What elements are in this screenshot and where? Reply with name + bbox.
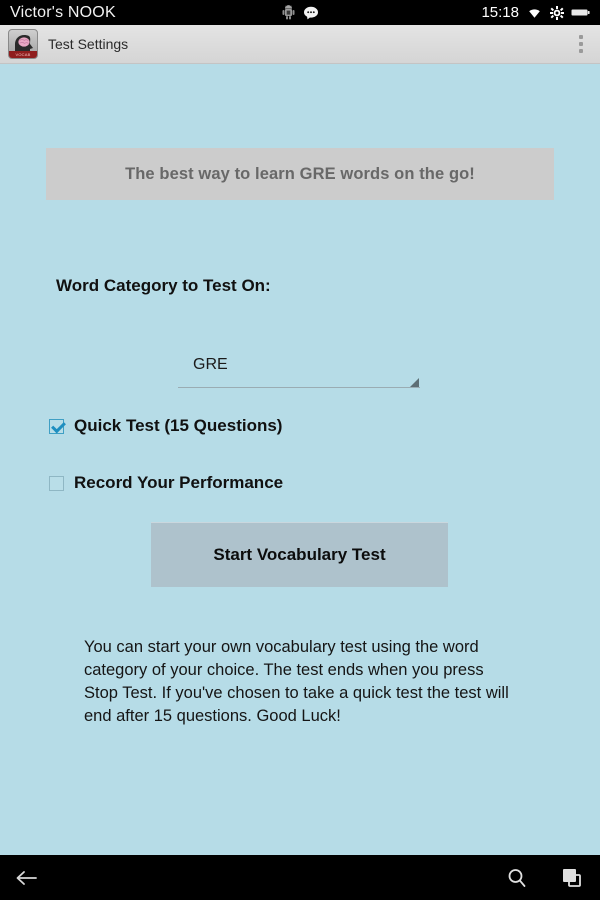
overflow-menu-icon[interactable] [568, 27, 594, 61]
quick-test-checkbox-row[interactable]: Quick Test (15 Questions) [49, 416, 282, 436]
quick-test-checkbox[interactable] [49, 418, 64, 434]
status-bar-clock: 15:18 [481, 4, 519, 21]
status-bar-system-icons: 15:18 [481, 4, 590, 21]
app-icon-banner-text: VOCAB BUILDER [9, 51, 37, 58]
dropdown-arrow-icon [410, 378, 419, 387]
search-icon[interactable] [506, 867, 528, 889]
android-robot-icon [282, 5, 295, 20]
promo-banner: The best way to learn GRE words on the g… [46, 148, 554, 200]
word-category-selected-value: GRE [193, 356, 228, 373]
settings-content: The best way to learn GRE words on the g… [0, 64, 600, 855]
vocab-builder-app-icon[interactable]: VOCAB BUILDER [8, 29, 38, 59]
device-name: Victor's NOOK [10, 3, 116, 21]
status-bar: Victor's NOOK 15:18 [0, 0, 600, 25]
app-screen: Victor's NOOK 15:18 VOCAB Test Settings … [0, 0, 600, 900]
overflow-dot [579, 42, 583, 46]
record-performance-checkbox[interactable] [49, 475, 64, 491]
word-category-spinner[interactable]: GRE [178, 342, 420, 397]
overflow-dot [579, 35, 583, 39]
overflow-dot [579, 49, 583, 53]
message-bubble-icon [303, 6, 319, 20]
quick-test-label: Quick Test (15 Questions) [74, 416, 283, 435]
action-bar: VOCAB BUILDER Test Settings [0, 25, 600, 64]
start-vocabulary-test-button[interactable]: Start Vocabulary Test [151, 522, 448, 587]
back-arrow-icon[interactable] [14, 868, 40, 888]
gear-icon [550, 5, 564, 20]
action-bar-title: Test Settings [48, 36, 129, 52]
navigation-bar [0, 855, 600, 900]
description-text: You can start your own vocabulary test u… [84, 638, 509, 725]
word-category-label: Word Category to Test On: [56, 276, 271, 295]
promo-banner-text: The best way to learn GRE words on the g… [125, 164, 475, 183]
battery-icon [571, 7, 590, 18]
spinner-underline [178, 387, 420, 388]
wifi-icon [526, 6, 543, 19]
recent-apps-icon[interactable] [560, 866, 584, 890]
record-performance-label: Record Your Performance [74, 473, 284, 492]
record-performance-checkbox-row[interactable]: Record Your Performance [49, 473, 283, 493]
